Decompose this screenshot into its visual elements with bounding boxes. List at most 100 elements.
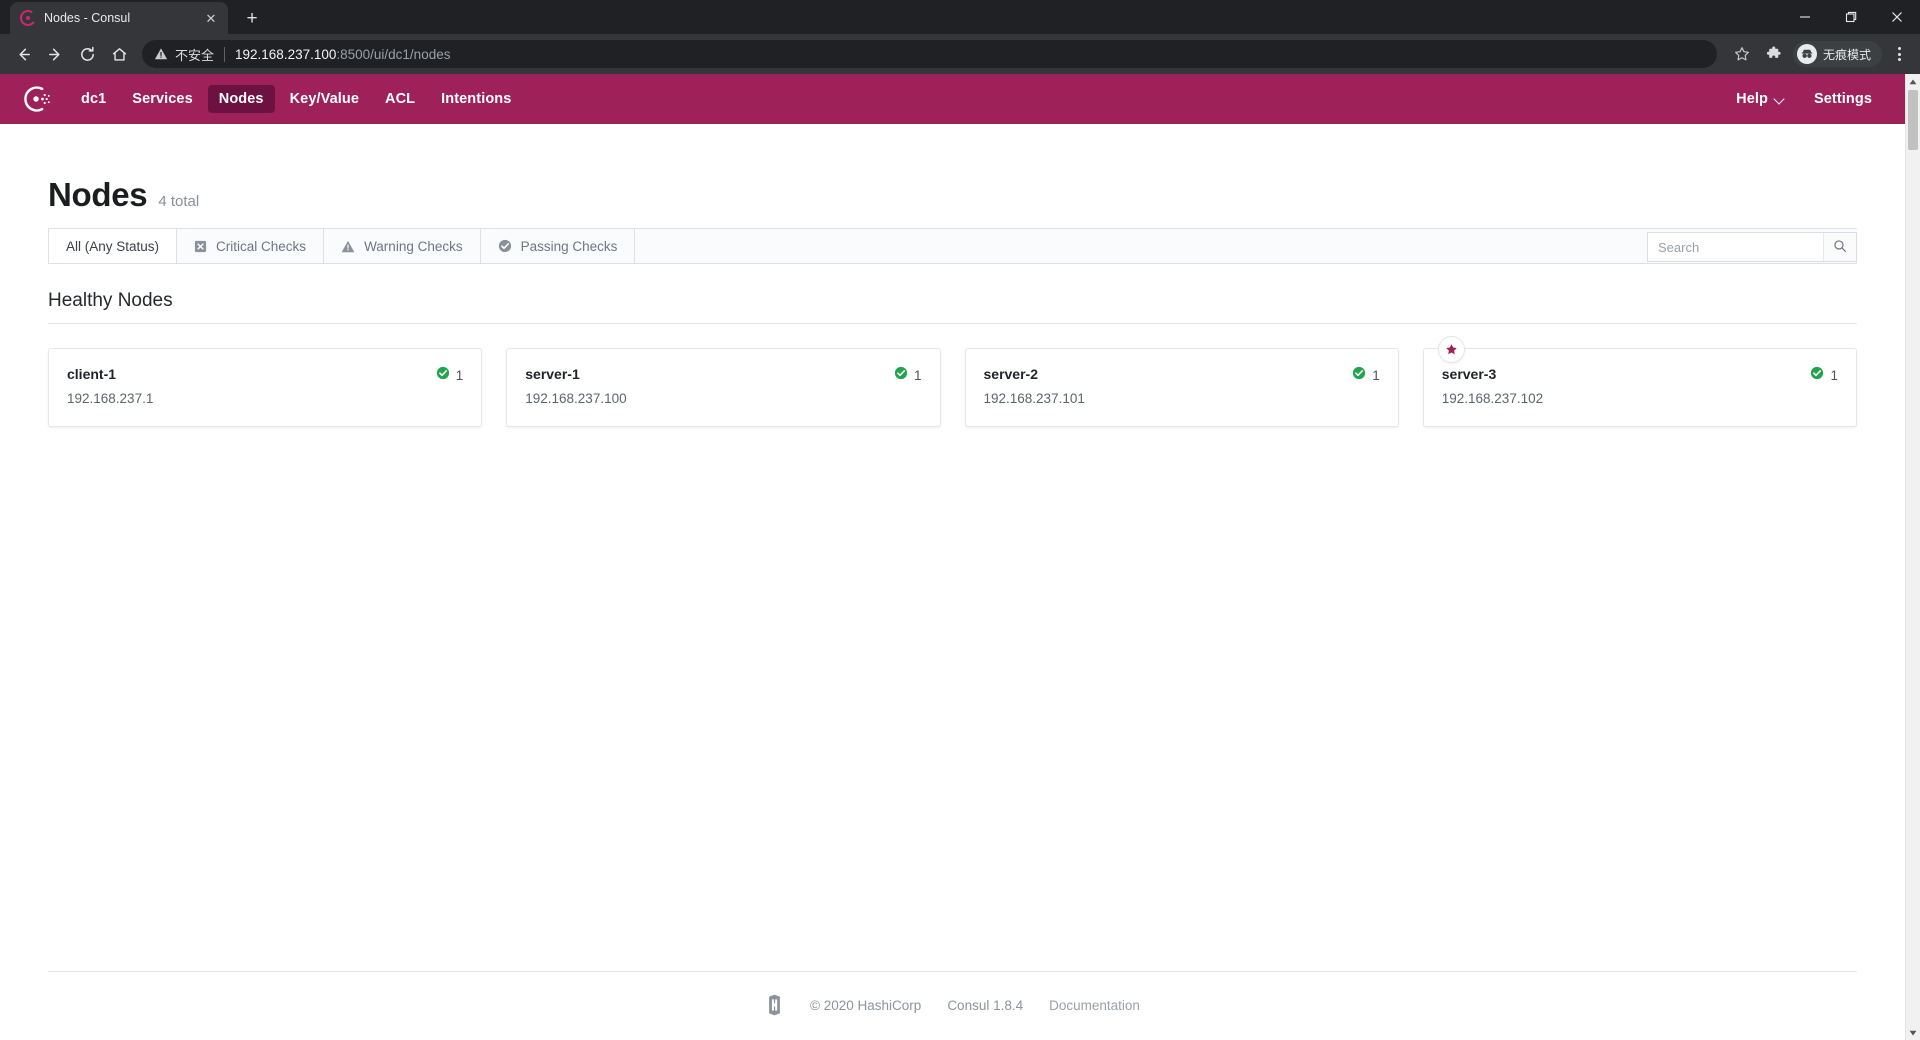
- browser-window: Nodes - Consul ✕ + 不安全 192.168.237.100:8…: [0, 0, 1920, 1040]
- passing-check-icon: [498, 239, 512, 253]
- passing-check-icon: [436, 366, 450, 385]
- passing-check-icon: [894, 366, 908, 385]
- address-bar[interactable]: 不安全 192.168.237.100:8500/ui/dc1/nodes: [142, 40, 1717, 68]
- page-header: Nodes 4 total: [48, 124, 1857, 228]
- nav-help-menu[interactable]: Help: [1725, 85, 1795, 113]
- node-card[interactable]: server-2 1 192.168.237.101: [964, 348, 1399, 427]
- leader-star-icon: [1437, 336, 1465, 363]
- node-health: 1: [894, 366, 922, 385]
- filter-tab-warning[interactable]: Warning Checks: [324, 229, 481, 263]
- consul-app: dc1 Services Nodes Key/Value ACL Intenti…: [0, 74, 1905, 1040]
- nav-item-acl[interactable]: ACL: [374, 85, 426, 113]
- node-health-count: 1: [1830, 368, 1838, 383]
- passing-check-icon: [1352, 366, 1366, 385]
- maximize-icon[interactable]: [1828, 0, 1874, 34]
- search-submit-button[interactable]: [1823, 233, 1856, 261]
- close-icon[interactable]: [1874, 0, 1920, 34]
- passing-check-icon: [1810, 366, 1824, 385]
- nav-datacenter[interactable]: dc1: [70, 85, 117, 113]
- search-input[interactable]: [1648, 233, 1823, 261]
- node-card-row: client-1 1: [67, 366, 463, 385]
- filter-tab-passing-label: Passing Checks: [520, 238, 618, 254]
- node-name: server-1: [525, 366, 580, 382]
- node-health: 1: [1810, 366, 1838, 385]
- nav-settings[interactable]: Settings: [1803, 85, 1883, 113]
- page-total-count: 4 total: [158, 193, 200, 210]
- node-name: server-2: [983, 366, 1039, 382]
- incognito-indicator[interactable]: 无痕模式: [1792, 41, 1882, 67]
- filter-tab-passing[interactable]: Passing Checks: [481, 229, 636, 263]
- back-icon[interactable]: [8, 39, 38, 69]
- consul-logo-icon[interactable]: [22, 84, 52, 114]
- window-controls: [1782, 0, 1920, 34]
- reload-icon[interactable]: [72, 39, 102, 69]
- toolbar-actions: 无痕模式: [1727, 39, 1912, 69]
- search-box: [1647, 232, 1857, 262]
- node-health-count: 1: [913, 368, 922, 383]
- not-secure-warning-icon: [154, 47, 168, 61]
- browser-toolbar: 不安全 192.168.237.100:8500/ui/dc1/nodes 无痕…: [0, 34, 1920, 74]
- node-card-row: server-3 1: [1442, 366, 1838, 385]
- page-scrollbar[interactable]: [1905, 74, 1920, 1040]
- browser-tab-strip: Nodes - Consul ✕ +: [0, 0, 1920, 34]
- consul-favicon-icon: [20, 10, 36, 26]
- hashicorp-logo-icon: [765, 994, 784, 1016]
- node-name: client-1: [67, 366, 117, 382]
- footer-version: Consul 1.8.4: [947, 997, 1024, 1013]
- nav-item-intentions[interactable]: Intentions: [430, 85, 522, 113]
- nav-item-key-value[interactable]: Key/Value: [279, 85, 370, 113]
- filter-tab-warning-label: Warning Checks: [364, 238, 463, 254]
- node-card-row: server-1 1: [525, 366, 921, 385]
- warning-triangle-icon: [341, 240, 355, 253]
- incognito-label: 无痕模式: [1822, 47, 1871, 62]
- browser-tab[interactable]: Nodes - Consul ✕: [10, 2, 228, 34]
- url-host: 192.168.237.100: [235, 46, 337, 62]
- browser-tab-title: Nodes - Consul: [44, 11, 131, 25]
- filter-tab-all-label: All (Any Status): [66, 238, 160, 254]
- star-icon[interactable]: [1727, 39, 1757, 69]
- search-area: [1647, 229, 1857, 263]
- omnibox-divider: [224, 46, 226, 62]
- scrollbar-thumb[interactable]: [1908, 90, 1918, 150]
- node-card[interactable]: server-3 1 192.168.237.102: [1422, 336, 1857, 427]
- scrollbar-down-arrow[interactable]: [1906, 1025, 1920, 1040]
- nav-item-services[interactable]: Services: [121, 85, 203, 113]
- node-card[interactable]: server-1 1 192.168.237.100: [506, 348, 941, 427]
- home-icon[interactable]: [104, 39, 134, 69]
- minimize-icon[interactable]: [1782, 0, 1828, 34]
- page-title: Nodes: [48, 176, 148, 213]
- scrollbar-up-arrow[interactable]: [1906, 74, 1920, 89]
- more-vertical-icon[interactable]: [1886, 39, 1912, 69]
- page-viewport: dc1 Services Nodes Key/Value ACL Intenti…: [0, 74, 1920, 1040]
- node-health: 1: [436, 366, 464, 385]
- node-name: server-3: [1441, 366, 1497, 382]
- menu-dots: [1897, 47, 1901, 61]
- consul-nav-links: dc1 Services Nodes Key/Value ACL Intenti…: [70, 85, 522, 113]
- address-bar-url: 192.168.237.100:8500/ui/dc1/nodes: [235, 47, 450, 62]
- critical-x-icon: [194, 240, 207, 253]
- tab-close-icon[interactable]: ✕: [202, 9, 220, 27]
- node-health: 1: [1352, 366, 1380, 385]
- filter-tab-all[interactable]: All (Any Status): [48, 229, 178, 263]
- url-path: :8500/ui/dc1/nodes: [336, 46, 451, 62]
- node-card-grid: client-1 1 192.168.237.1 server-1 1 192.…: [48, 324, 1857, 427]
- node-card[interactable]: client-1 1 192.168.237.1: [48, 348, 483, 427]
- nav-item-nodes[interactable]: Nodes: [207, 85, 275, 113]
- node-health-count: 1: [455, 368, 464, 383]
- new-tab-button[interactable]: +: [238, 4, 266, 32]
- puzzle-icon[interactable]: [1759, 39, 1789, 69]
- node-ip: 192.168.237.100: [525, 391, 627, 406]
- node-health-count: 1: [1372, 368, 1380, 383]
- footer-documentation-link[interactable]: Documentation: [1049, 998, 1140, 1013]
- node-ip: 192.168.237.1: [67, 391, 154, 406]
- filter-bar: All (Any Status) Critical Checks Warning…: [48, 228, 1857, 264]
- forward-icon[interactable]: [40, 39, 70, 69]
- page-content: Nodes 4 total All (Any Status) Critical …: [0, 124, 1905, 427]
- search-icon: [1833, 239, 1847, 256]
- filter-tab-critical[interactable]: Critical Checks: [177, 229, 325, 263]
- nav-help-label: Help: [1736, 91, 1768, 107]
- consul-navbar: dc1 Services Nodes Key/Value ACL Intenti…: [0, 74, 1905, 124]
- footer-divider: [48, 971, 1857, 972]
- footer-copyright: © 2020 HashiCorp: [810, 997, 922, 1013]
- incognito-avatar-icon: [1796, 44, 1817, 64]
